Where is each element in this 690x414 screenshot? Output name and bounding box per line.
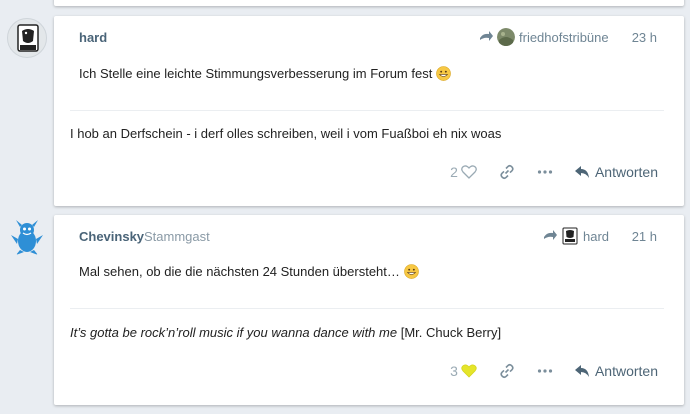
post-signature: I hob an Derfschein - i derf olles schre…	[70, 126, 502, 141]
like-count: 2	[450, 164, 458, 180]
signature-quote: It’s gotta be rock’n’roll music if you w…	[70, 325, 398, 340]
reply-to-link[interactable]: friedhofstribüne	[479, 28, 609, 46]
more-options-button[interactable]	[537, 169, 553, 175]
post-text: Mal sehen, ob die die nächsten 24 Stunde…	[79, 264, 419, 279]
reply-arrow-icon	[480, 31, 493, 41]
more-options-button[interactable]	[537, 368, 553, 374]
reply-to-username: hard	[583, 228, 610, 244]
grinning-face-emoji-icon	[404, 264, 419, 279]
link-icon	[500, 363, 514, 379]
reply-to-link[interactable]: hard	[543, 227, 609, 245]
post-author[interactable]: Chevinsky	[79, 229, 144, 244]
post-author[interactable]: hard	[79, 30, 107, 45]
heart-filled-icon	[461, 364, 477, 378]
grinning-face-emoji-icon	[436, 66, 452, 81]
avatar[interactable]	[7, 217, 47, 257]
share-link-button[interactable]	[499, 164, 515, 180]
user-title: Stammgast	[144, 229, 210, 244]
signature-attribution: [Mr. Chuck Berry]	[397, 325, 502, 340]
reply-button[interactable]: Antworten	[574, 363, 658, 379]
like-button[interactable]: 3	[450, 363, 477, 379]
post-text: Ich Stelle eine leichte Stimmungsverbess…	[79, 66, 452, 81]
share-link-button[interactable]	[499, 363, 515, 379]
like-button[interactable]: 2	[450, 164, 477, 180]
ellipsis-icon	[537, 369, 553, 373]
reply-to-username: friedhofstribüne	[519, 29, 609, 45]
reply-button[interactable]: Antworten	[574, 164, 658, 180]
post-time[interactable]: 21 h	[632, 229, 657, 244]
reply-button-label: Antworten	[594, 164, 658, 180]
reply-icon	[574, 365, 589, 377]
post-actions: 3 Antworten	[450, 363, 658, 379]
avatar[interactable]	[7, 18, 47, 58]
post-actions: 2 Antworten	[450, 164, 658, 180]
blue-mascot-icon	[11, 220, 43, 255]
like-count: 3	[450, 363, 458, 379]
lion-crest-icon	[17, 24, 39, 52]
link-icon	[500, 164, 514, 180]
post-text-content: Ich Stelle eine leichte Stimmungsverbess…	[79, 66, 433, 81]
post-signature: It’s gotta be rock’n’roll music if you w…	[70, 325, 501, 340]
reply-button-label: Antworten	[594, 363, 658, 379]
signature-divider	[70, 308, 664, 309]
ellipsis-icon	[537, 170, 553, 174]
post-time[interactable]: 23 h	[632, 30, 657, 45]
heart-outline-icon	[461, 165, 477, 179]
reply-icon	[574, 166, 589, 178]
post-text-content: Mal sehen, ob die die nächsten 24 Stunde…	[79, 264, 400, 279]
reply-to-avatar	[497, 28, 515, 46]
reply-arrow-icon	[544, 230, 557, 240]
post-card: hard friedhofstribüne 23 h Ich Stelle ei…	[54, 16, 684, 206]
reply-to-avatar	[561, 227, 579, 245]
previous-post-card	[54, 0, 684, 6]
post-card: Chevinsky Stammgast hard 21 h Mal sehen,…	[54, 215, 684, 405]
signature-divider	[70, 110, 664, 111]
